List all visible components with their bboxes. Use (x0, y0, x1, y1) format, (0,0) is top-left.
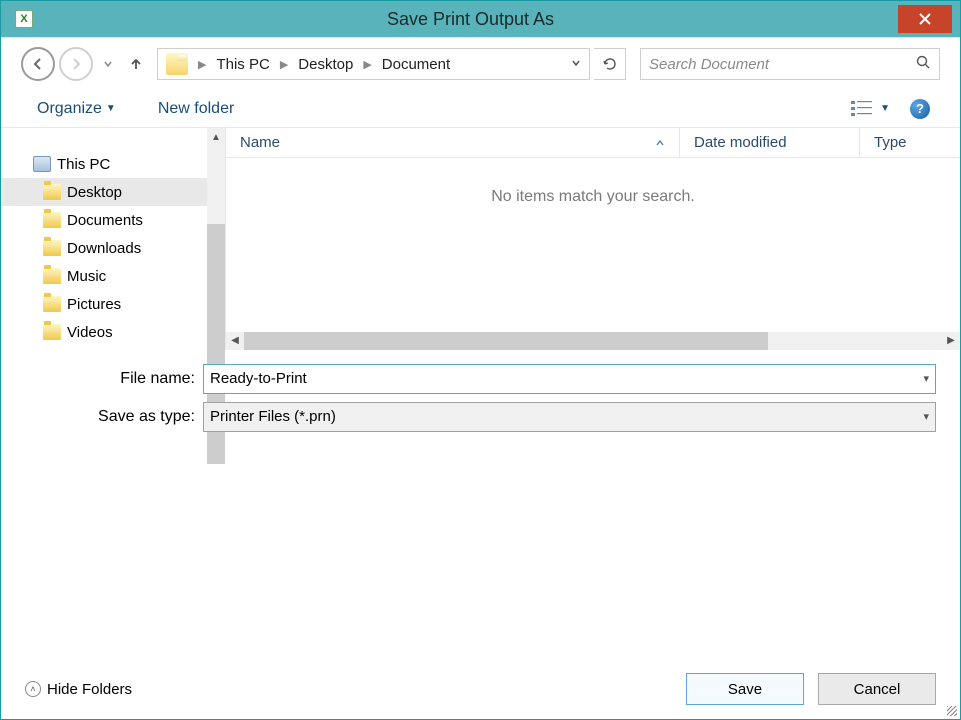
arrow-right-icon (68, 56, 84, 72)
titlebar: X Save Print Output As (1, 1, 960, 37)
window-title: Save Print Output As (43, 9, 898, 30)
folder-icon (43, 296, 61, 312)
folder-icon (43, 268, 61, 284)
folder-tree: This PC Desktop Documents Downloads (1, 128, 226, 350)
footer: ˄ Hide Folders Save Cancel (1, 663, 960, 719)
resize-grip[interactable] (945, 704, 957, 716)
scroll-right-icon[interactable]: ▶ (942, 332, 960, 350)
breadcrumb-document[interactable]: Document (378, 56, 454, 73)
tree-documents[interactable]: Documents (1, 206, 225, 234)
filename-label: File name: (25, 370, 195, 388)
dialog-content: ▶ This PC ▶ Desktop ▶ Document (1, 37, 960, 719)
refresh-icon (602, 56, 618, 72)
new-folder-button[interactable]: New folder (152, 96, 240, 122)
file-list-pane: Name Date modified Type No items match y… (226, 128, 960, 350)
toolbar: Organize ▼ New folder ▼ ? (1, 90, 960, 128)
new-folder-label: New folder (158, 100, 234, 118)
arrow-left-icon (30, 56, 46, 72)
chevron-down-icon[interactable]: ▾ (923, 410, 929, 423)
col-date[interactable]: Date modified (680, 128, 860, 157)
app-icon: X (15, 10, 33, 28)
organize-label: Organize (37, 100, 102, 118)
explorer-pane: This PC Desktop Documents Downloads (1, 128, 960, 350)
chevron-down-icon (103, 59, 113, 69)
tree-desktop[interactable]: Desktop (1, 178, 225, 206)
scroll-up-icon[interactable]: ▲ (207, 128, 225, 146)
organize-menu[interactable]: Organize ▼ (31, 96, 122, 122)
view-menu[interactable]: ▼ (850, 99, 890, 119)
chevron-right-icon: ▶ (357, 58, 377, 71)
empty-message: No items match your search. (226, 158, 960, 332)
tree-downloads[interactable]: Downloads (1, 234, 225, 262)
tree-music[interactable]: Music (1, 262, 225, 290)
tree-this-pc[interactable]: This PC (1, 150, 225, 178)
search-box[interactable] (640, 48, 940, 80)
column-headers: Name Date modified Type (226, 128, 960, 158)
folder-icon (43, 240, 61, 256)
tree-pictures[interactable]: Pictures (1, 290, 225, 318)
folder-icon (43, 324, 61, 340)
horizontal-scrollbar[interactable]: ◀ ▶ (226, 332, 960, 350)
savetype-row: Save as type: Printer Files (*.prn) ▾ (25, 402, 936, 432)
caret-down-icon: ▼ (106, 103, 116, 114)
breadcrumb-this-pc[interactable]: This PC (212, 56, 273, 73)
forward-button[interactable] (59, 47, 93, 81)
close-button[interactable] (898, 5, 952, 33)
folder-icon (43, 184, 61, 200)
chevron-right-icon: ▶ (274, 58, 294, 71)
filename-row: File name: ▾ (25, 364, 936, 394)
search-icon[interactable] (915, 54, 931, 75)
recent-dropdown[interactable] (103, 59, 113, 69)
sort-asc-icon (655, 139, 665, 147)
tree-scrollbar[interactable]: ▲ ▼ (207, 128, 225, 350)
collapse-icon: ˄ (25, 681, 41, 697)
col-name[interactable]: Name (226, 128, 680, 157)
arrow-up-icon (128, 56, 144, 72)
address-dropdown[interactable] (567, 55, 585, 73)
filename-combo[interactable]: ▾ (203, 364, 936, 394)
folder-icon (166, 53, 188, 75)
filename-input[interactable] (210, 370, 923, 387)
view-icon (850, 99, 874, 119)
up-button[interactable] (127, 55, 145, 73)
scroll-left-icon[interactable]: ◀ (226, 332, 244, 350)
refresh-button[interactable] (594, 48, 626, 80)
cancel-button[interactable]: Cancel (818, 673, 936, 705)
save-button[interactable]: Save (686, 673, 804, 705)
col-type[interactable]: Type (860, 128, 960, 157)
scroll-thumb[interactable] (244, 332, 768, 350)
save-dialog: X Save Print Output As ▶ This PC ▶ (0, 0, 961, 720)
folder-icon (43, 212, 61, 228)
savetype-label: Save as type: (25, 408, 195, 426)
pc-icon (33, 156, 51, 172)
nav-row: ▶ This PC ▶ Desktop ▶ Document (1, 38, 960, 90)
chevron-right-icon: ▶ (192, 58, 212, 71)
hide-folders-toggle[interactable]: ˄ Hide Folders (25, 681, 132, 698)
tree-os-c[interactable]: OS (C:) (1, 346, 225, 350)
back-button[interactable] (21, 47, 55, 81)
savetype-value: Printer Files (*.prn) (210, 408, 336, 425)
caret-down-icon: ▼ (880, 103, 890, 114)
search-input[interactable] (649, 56, 915, 73)
savetype-combo[interactable]: Printer Files (*.prn) ▾ (203, 402, 936, 432)
help-button[interactable]: ? (910, 99, 930, 119)
close-icon (918, 12, 932, 26)
fields-area: File name: ▾ Save as type: Printer Files… (1, 350, 960, 442)
breadcrumb-desktop[interactable]: Desktop (294, 56, 357, 73)
tree-videos[interactable]: Videos (1, 318, 225, 346)
address-bar[interactable]: ▶ This PC ▶ Desktop ▶ Document (157, 48, 590, 80)
chevron-down-icon (571, 58, 581, 68)
chevron-down-icon[interactable]: ▾ (923, 372, 929, 385)
